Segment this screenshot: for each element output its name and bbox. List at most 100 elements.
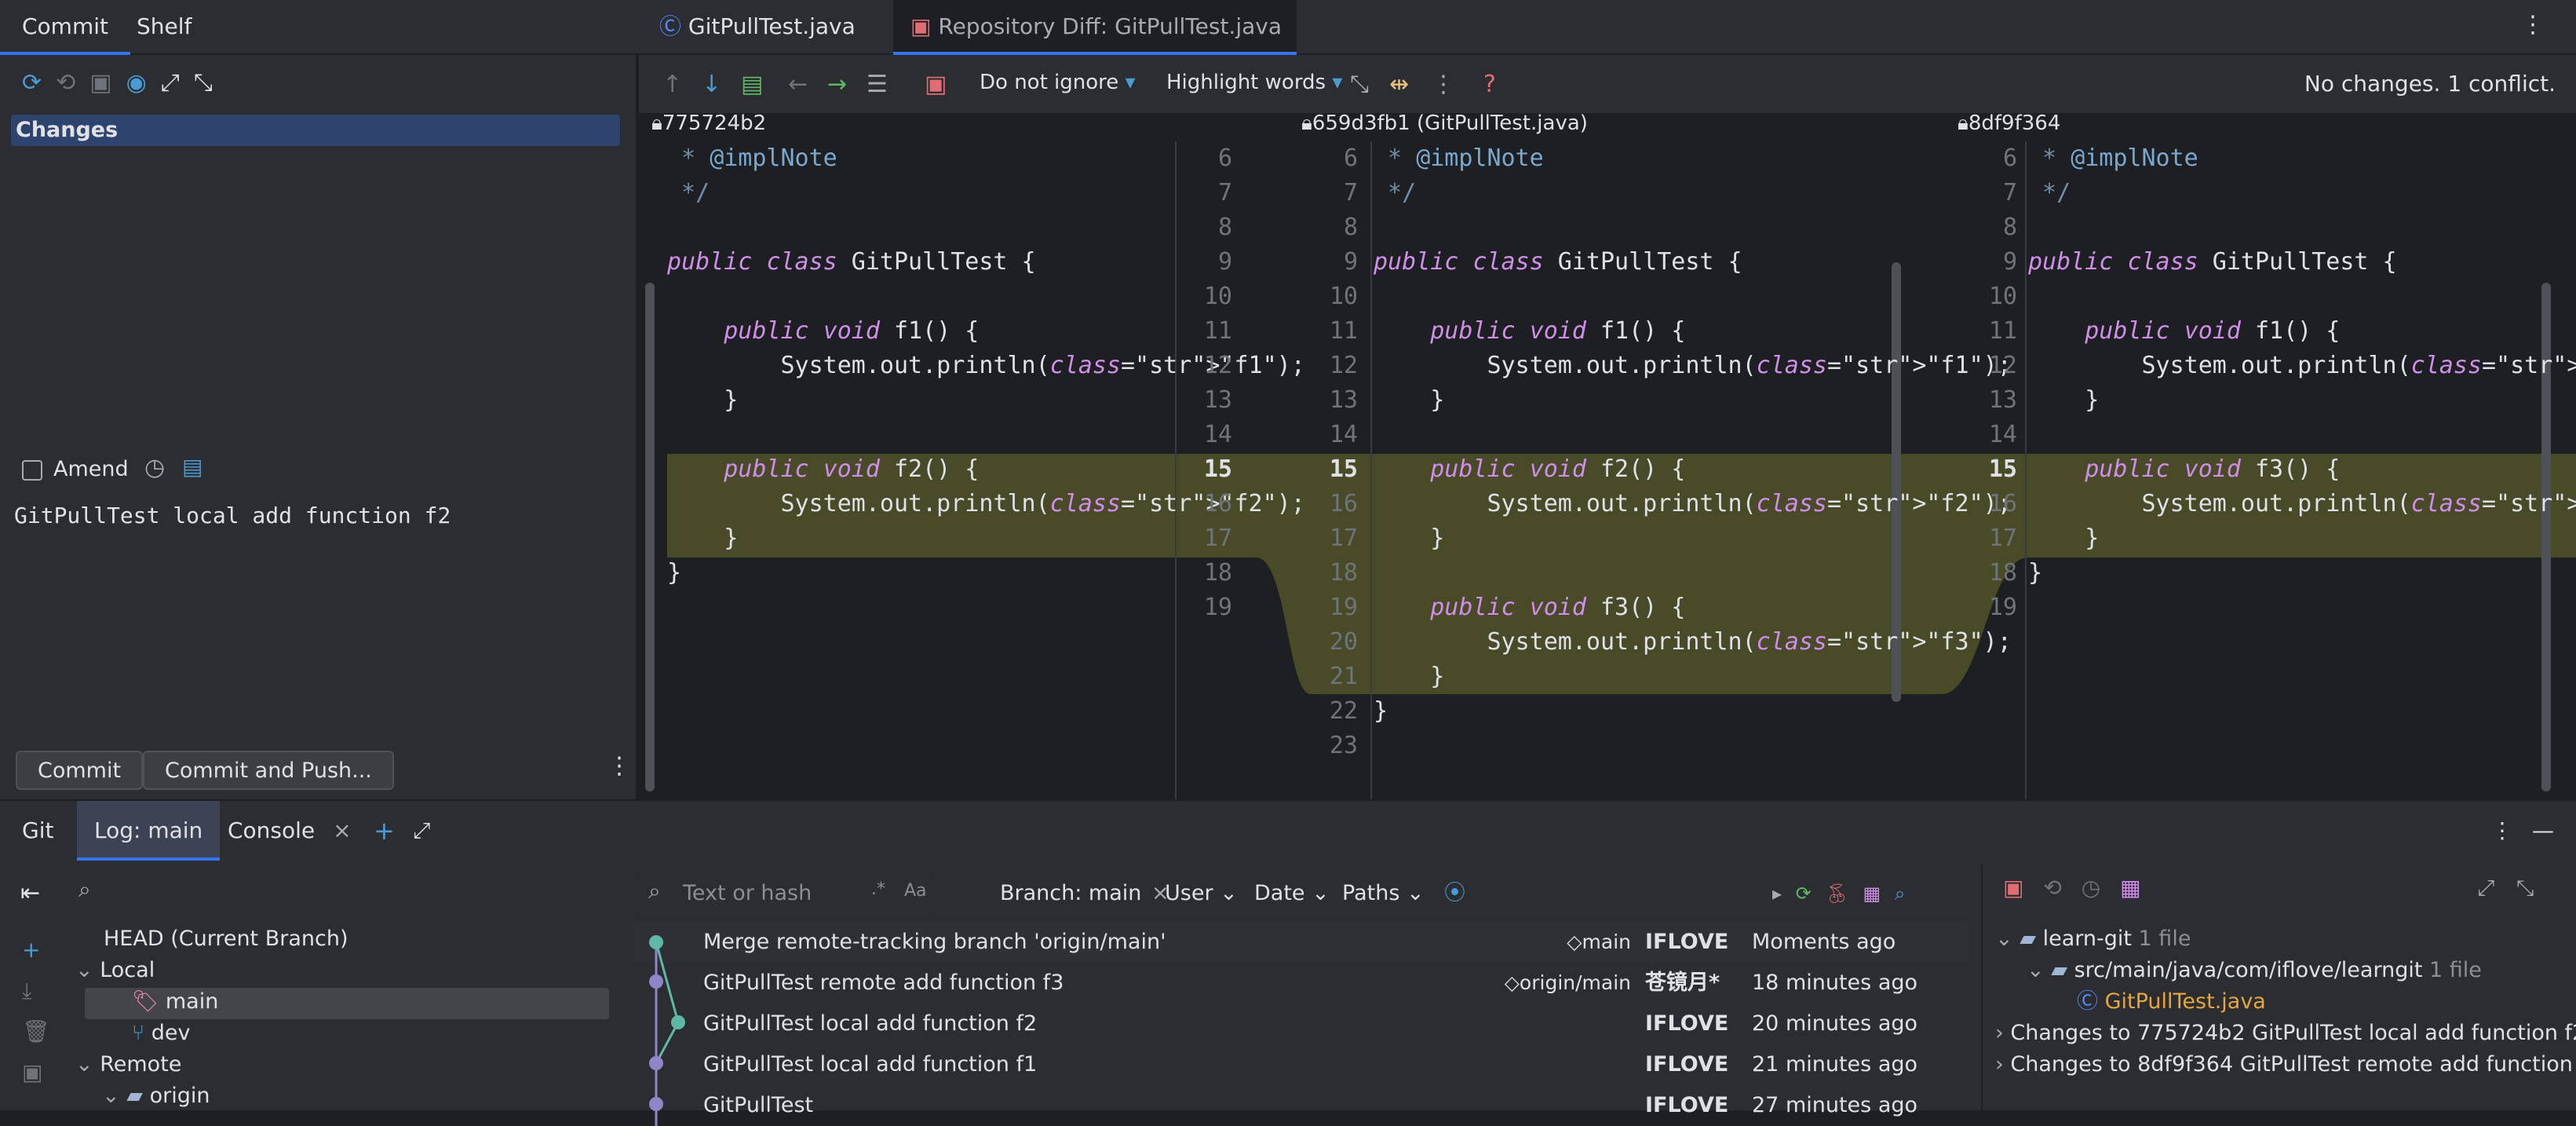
- commit-and-push-button[interactable]: Commit and Push...: [143, 751, 394, 790]
- line-number: 10: [1329, 283, 1358, 310]
- line-number: 14: [1203, 421, 1232, 448]
- branch-label: dev: [151, 1021, 191, 1045]
- group-icon[interactable]: ▦: [2120, 875, 2140, 901]
- user-filter[interactable]: User ⌄: [1165, 873, 1238, 914]
- amend-checkbox[interactable]: [22, 460, 42, 481]
- branch-filter[interactable]: Branch: main ×: [1000, 873, 1169, 914]
- next-diff-icon[interactable]: ↓: [702, 71, 721, 98]
- commit-filter-icon[interactable]: ⦿: [1444, 873, 1465, 914]
- list-icon[interactable]: ☰: [867, 71, 888, 98]
- refresh-icon[interactable]: ⟳: [1796, 883, 1812, 905]
- help-icon[interactable]: ?: [1483, 71, 1496, 98]
- expand-all-icon[interactable]: ⤢: [2477, 875, 2494, 901]
- diff-mode-icon[interactable]: ▣: [925, 71, 947, 98]
- minimize-icon[interactable]: —: [2515, 801, 2571, 861]
- history-icon[interactable]: ◷: [144, 454, 165, 481]
- right-gutter: 6 7 8 9 10 11 12 13 14 15 16 17 18 19: [1962, 141, 2017, 799]
- commit-options-icon[interactable]: ▤: [182, 454, 203, 480]
- revert-icon[interactable]: ⟲: [2043, 875, 2061, 901]
- prev-file-icon[interactable]: ←: [788, 71, 808, 98]
- code-line: public void f2() {: [1430, 455, 1686, 483]
- tab-git[interactable]: Git: [5, 801, 71, 861]
- right-code-pane[interactable]: * @implNote */ public class GitPullTest {…: [2028, 141, 2576, 799]
- commit-row[interactable]: GitPullTest local add function f1 IFLOVE 2…: [697, 1044, 1968, 1085]
- chevron-down-icon: ⌄: [75, 958, 93, 982]
- search-box[interactable]: ⌕ Text or hash Aa .*: [634, 875, 932, 914]
- shelve-icon[interactable]: ▣: [89, 69, 126, 97]
- commit-row[interactable]: GitPullTest local add function f2 IFLOVE 2…: [697, 1004, 1968, 1044]
- eye-icon[interactable]: ◉: [126, 69, 161, 97]
- commit-more-icon[interactable]: ⋮: [608, 752, 631, 780]
- delete-icon[interactable]: 🗑︎: [22, 1011, 50, 1052]
- branches-panel: ⇤ ⌕ + ⤓ 🗑︎ ▣ HEAD (Current Branch) ⌄ Loc…: [0, 864, 618, 1112]
- search-icon[interactable]: ⌕: [78, 876, 91, 903]
- left-code-pane[interactable]: * @implNote */ public class GitPullTest {…: [667, 141, 1305, 799]
- match-case-icon[interactable]: Aa: [904, 881, 927, 901]
- refresh-icon[interactable]: ⟳: [22, 69, 56, 97]
- next-file-icon[interactable]: →: [827, 71, 847, 98]
- close-icon[interactable]: ×: [333, 817, 351, 843]
- change-node-2[interactable]: › Changes to 8df9f364 GitPullTest remote…: [1995, 1044, 2576, 1085]
- line-number: 15: [1988, 455, 2017, 483]
- editor-tab-gitpulltest[interactable]: Ⓒ GitPullTest.java: [659, 0, 856, 55]
- chevron-down-icon: ⌄: [75, 1052, 93, 1077]
- collapse-unchanged-icon[interactable]: ⤡: [1350, 71, 1369, 98]
- expand-icon[interactable]: ⤢: [161, 69, 194, 97]
- origin-node[interactable]: ⌄ ▰ origin: [102, 1076, 210, 1117]
- line-number: 21: [1329, 663, 1358, 690]
- history-icon[interactable]: ◷: [2082, 875, 2100, 901]
- commit-row[interactable]: GitPullTest IFLOVE 27 minutes ago: [697, 1085, 1968, 1126]
- expand-icon[interactable]: ⤢: [396, 801, 447, 861]
- highlight-select[interactable]: Highlight words ▾: [1166, 71, 1342, 94]
- tab-log-main[interactable]: Log: main: [77, 801, 221, 861]
- code-line: * @implNote: [2028, 144, 2198, 172]
- commit-message: Merge remote-tracking branch 'origin/mai…: [703, 930, 1166, 954]
- changes-node[interactable]: Changes: [11, 115, 620, 146]
- amend-label: Amend: [53, 457, 129, 481]
- paths-filter-label: Paths: [1342, 881, 1400, 905]
- collapse-all-icon[interactable]: ⤡: [2516, 875, 2534, 901]
- commit-author: 苍镜月*: [1645, 971, 1720, 995]
- commit-graph: [649, 935, 685, 1126]
- tab-commit[interactable]: Commit: [0, 0, 130, 55]
- code-line: System.out.println(class="str">"f1");: [1374, 352, 2012, 379]
- play-icon[interactable]: ▸: [1772, 883, 1782, 905]
- more-options-icon[interactable]: ⋮: [2521, 11, 2545, 38]
- paths-filter[interactable]: Paths ⌄: [1342, 873, 1425, 914]
- ignore-select-value: Do not ignore: [980, 71, 1119, 94]
- collapse-icon[interactable]: ⤡: [194, 69, 227, 97]
- line-number: 23: [1329, 732, 1358, 759]
- editor-tab-repository-diff[interactable]: ▣ Repository Diff: GitPullTest.java ×: [893, 0, 1297, 93]
- regex-icon[interactable]: .*: [871, 879, 885, 899]
- layout-icon[interactable]: ▦: [1863, 883, 1881, 905]
- compare-icon[interactable]: ▣: [22, 1052, 50, 1093]
- left-scrollbar[interactable]: [645, 283, 655, 791]
- sync-scroll-icon[interactable]: ⇹: [1389, 71, 1409, 98]
- code-line: System.out.println(class="str">"f2");: [1374, 490, 2012, 517]
- commit-message-input[interactable]: GitPullTest local add function f2: [14, 503, 451, 528]
- tab-shelf[interactable]: Shelf: [115, 0, 213, 55]
- commit-row[interactable]: GitPullTest remote add function f3 ◇origi…: [697, 963, 1968, 1004]
- diff-icon[interactable]: ▣: [2003, 875, 2023, 901]
- code-line: public class GitPullTest {: [1374, 248, 1742, 276]
- hide-branches-icon[interactable]: ⇤: [20, 879, 40, 907]
- line-number: 19: [1988, 594, 2017, 621]
- middle-pane-header: 🔒︎659d3fb1 (GitPullTest.java): [1301, 112, 1588, 136]
- rollback-icon[interactable]: ⟲: [56, 69, 89, 97]
- jump-to-source-icon[interactable]: ▤: [741, 71, 763, 98]
- ignore-whitespace-select[interactable]: Do not ignore ▾: [980, 71, 1136, 94]
- cherry-pick-icon[interactable]: 🍒︎: [1825, 883, 1848, 905]
- middle-code-pane[interactable]: * @implNote */ public class GitPullTest {…: [1374, 141, 2012, 799]
- update-icon[interactable]: ⤓: [22, 971, 50, 1011]
- commit-row[interactable]: Merge remote-tracking branch 'origin/mai…: [697, 922, 1968, 963]
- commit-button[interactable]: Commit: [16, 751, 144, 790]
- prev-diff-icon[interactable]: ↑: [662, 71, 682, 98]
- date-filter[interactable]: Date ⌄: [1254, 873, 1330, 914]
- search-icon[interactable]: ⌕: [1895, 883, 1905, 905]
- tab-console[interactable]: Console ×: [210, 801, 369, 861]
- new-branch-icon[interactable]: +: [22, 930, 50, 971]
- path-count: 1 file: [2429, 958, 2482, 982]
- settings-more-icon[interactable]: ⋮: [1432, 71, 1455, 98]
- line-number: 9: [2002, 248, 2017, 276]
- commit-list[interactable]: Merge remote-tracking branch 'origin/mai…: [697, 922, 1968, 1126]
